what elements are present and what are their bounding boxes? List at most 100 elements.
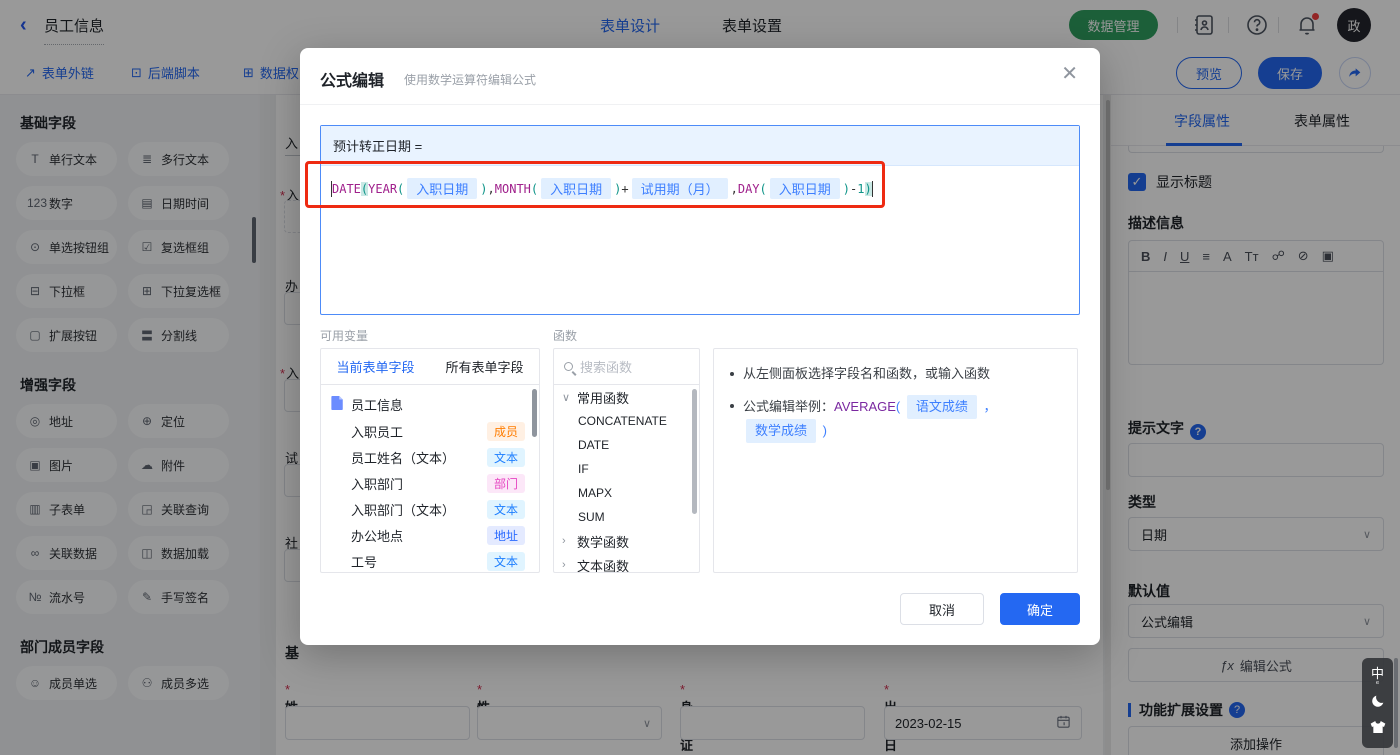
variable-type-badge: 地址 (486, 525, 525, 545)
functions-panel: 搜索函数 ∨ 常用函数 CONCATENATE DATE IF MAPX SUM › 数学函数 ›… (553, 348, 700, 573)
bullet-dot (730, 404, 734, 408)
app: ‹ 员工信息 表单设计 表单设置 数据管理 政 ↗ 表单外链 ⊡ 后端脚本 ⊞ 数据权… (0, 0, 1400, 755)
function-item[interactable]: MAPX (554, 481, 699, 505)
example-token: ， (979, 399, 1001, 414)
form-node[interactable]: 员工信息 (321, 385, 539, 418)
field-chip: 入职日期 (407, 178, 478, 199)
formula-expression[interactable]: DATE(YEAR(入职日期), MONTH(入职日期) + 试用期（月）, DAY(入… (321, 166, 1079, 211)
variable-list: 入职员工 成员 员工姓名（文本） 文本 入职部门 部门 入职部门（文本） 文本 办公地点 地址 工号… (321, 418, 539, 572)
tab-all-form-fields[interactable]: 所有表单字段 (430, 349, 539, 384)
formula-token: ( (759, 181, 767, 196)
variable-type-badge: 文本 (486, 447, 525, 467)
confirm-button[interactable]: 确定 (1000, 593, 1080, 625)
variable-row[interactable]: 入职员工 成员 (321, 418, 539, 444)
search-placeholder: 搜索函数 (580, 360, 633, 375)
modal-header: 公式编辑 使用数学运算符编辑公式 ✕ (300, 48, 1100, 105)
formula-editor-box: 预计转正日期 = DATE(YEAR(入职日期), MONTH(入职日期) + 试用期… (320, 125, 1080, 315)
field-chip: 语文成绩 (906, 395, 977, 419)
variables-panel: 当前表单字段 所有表单字段 员工信息 入职员工 成员 员工姓名（文本） 文本 入职部门部… (320, 348, 540, 573)
modal-title: 公式编辑 (320, 73, 385, 90)
functions-scrollbar-thumb[interactable] (692, 389, 697, 514)
function-item[interactable]: SUM (554, 505, 699, 529)
functions-label: 函数 (553, 329, 578, 343)
function-search[interactable]: 搜索函数 (554, 349, 699, 385)
function-item[interactable]: CONCATENATE (554, 409, 699, 433)
field-chip: 入职日期 (541, 178, 612, 199)
variable-type-badge: 文本 (486, 551, 525, 571)
variable-type-badge: 成员 (486, 421, 525, 441)
example-token: AVERAGE (834, 399, 896, 414)
formula-token: YEAR (368, 181, 398, 196)
help-tip: 从左侧面板选择字段名和函数，或输入函数 (730, 363, 1061, 385)
tab-current-form-fields[interactable]: 当前表单字段 (321, 349, 430, 384)
function-group-label: 常用函数 (577, 390, 630, 406)
modal-footer: 取消 确定 (900, 593, 1080, 625)
field-chip: 试用期（月） (631, 178, 728, 199)
assistant-widget: 中ᵉ (1362, 658, 1393, 748)
chevron-right-icon: › (562, 559, 566, 571)
variable-row[interactable]: 办公地点 地址 (321, 522, 539, 548)
chevron-down-icon: ∨ (562, 391, 571, 404)
formula-token: , (487, 181, 495, 196)
function-tree: ∨ 常用函数 CONCATENATE DATE IF MAPX SUM › 数学函数 › 文本函数 (554, 385, 699, 573)
formula-target: 预计转正日期 = (321, 126, 1079, 166)
variable-name: 入职部门 (351, 476, 404, 492)
variable-type-badge: 文本 (486, 499, 525, 519)
variable-name: 入职部门（文本） (351, 502, 456, 518)
formula-token: , (730, 181, 738, 196)
formula-token: ) (842, 181, 851, 196)
cancel-button[interactable]: 取消 (900, 593, 984, 625)
formula-token: DATE (332, 181, 361, 196)
variable-name: 工号 (351, 554, 378, 570)
formula-token: ) (614, 181, 622, 196)
formula-token (871, 180, 873, 197)
formula-help-panel: 从左侧面板选择字段名和函数，或输入函数 公式编辑举例： AVERAGE( 语文成绩… (713, 348, 1078, 573)
example-token: 公式编辑举例： (743, 399, 835, 414)
formula-editor-modal: 公式编辑 使用数学运算符编辑公式 ✕ 预计转正日期 = DATE(YEAR(入职… (300, 48, 1100, 645)
formula-token: + (621, 181, 629, 196)
help-example-tokens: 公式编辑举例： AVERAGE( 语文成绩 ， 数学成绩 ) (743, 395, 1061, 443)
page-scrollbar-thumb[interactable] (1394, 658, 1398, 748)
search-icon (564, 362, 573, 371)
variables-scrollbar-thumb[interactable] (532, 389, 537, 437)
formula-token: MONTH (494, 181, 531, 196)
formula-token: DAY (737, 181, 760, 196)
formula-token: ) (480, 181, 488, 196)
chevron-right-icon: › (562, 535, 566, 547)
function-group[interactable]: › 数学函数 (554, 529, 699, 553)
variable-row[interactable]: 入职部门（文本） 文本 (321, 496, 539, 522)
variable-name: 办公地点 (351, 528, 404, 544)
formula-token: ( (360, 181, 369, 196)
function-group[interactable]: ∨ 常用函数 (554, 385, 699, 409)
function-group-label: 数学函数 (577, 534, 630, 550)
dark-mode-moon-icon[interactable] (1370, 693, 1386, 714)
modal-subtitle: 使用数学运算符编辑公式 (404, 73, 537, 87)
help-example: 公式编辑举例： AVERAGE( 语文成绩 ， 数学成绩 ) (730, 395, 1061, 443)
language-toggle-icon[interactable]: 中ᵉ (1371, 667, 1384, 688)
field-chip: 数学成绩 (746, 419, 817, 443)
bullet-dot (730, 372, 734, 376)
example-token: ( (895, 399, 904, 414)
function-item[interactable]: DATE (554, 433, 699, 457)
field-chip: 入职日期 (769, 178, 840, 199)
example-token: ) (819, 423, 827, 438)
variables-label: 可用变量 (320, 329, 369, 343)
variable-row[interactable]: 入职部门 部门 (321, 470, 539, 496)
function-group-label: 文本函数 (577, 558, 630, 573)
theme-tshirt-icon[interactable] (1370, 720, 1386, 739)
variable-type-badge: 部门 (486, 473, 525, 493)
formula-token: ) (864, 181, 872, 196)
variable-name: 入职员工 (351, 424, 404, 440)
formula-token: - (850, 181, 858, 196)
formula-token: 1 (857, 181, 865, 196)
variables-tabs: 当前表单字段 所有表单字段 (321, 349, 539, 385)
close-icon[interactable]: ✕ (1061, 64, 1078, 84)
function-item[interactable]: IF (554, 457, 699, 481)
function-group[interactable]: › 文本函数 (554, 553, 699, 573)
variable-row[interactable]: 员工姓名（文本） 文本 (321, 444, 539, 470)
variable-row[interactable]: 工号 文本 (321, 548, 539, 572)
variable-name: 员工姓名（文本） (351, 450, 456, 466)
formula-token: ( (530, 181, 539, 196)
form-doc-icon (331, 396, 344, 413)
formula-token: ( (397, 181, 405, 196)
